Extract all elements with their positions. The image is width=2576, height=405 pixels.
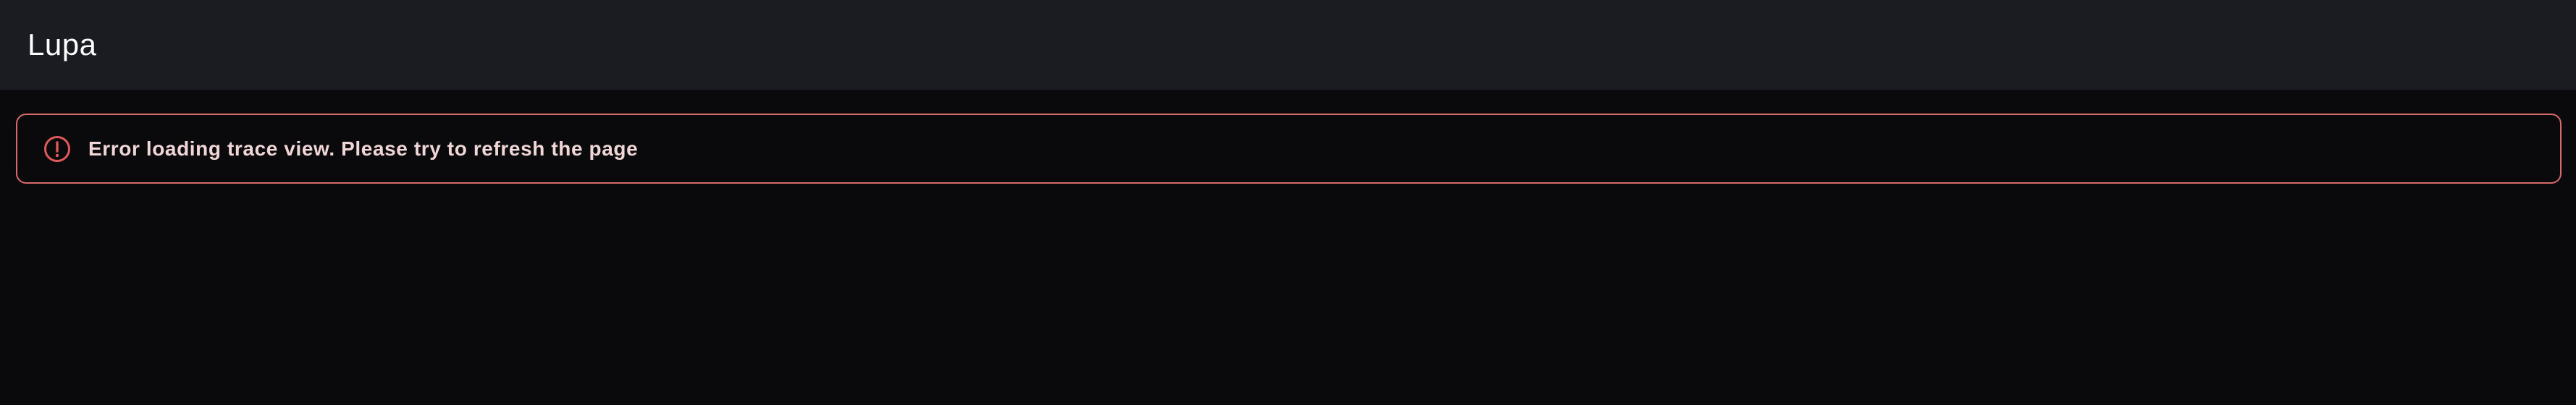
alert-circle-icon bbox=[42, 134, 72, 164]
app-header: Lupa bbox=[0, 0, 2576, 90]
error-alert: Error loading trace view. Please try to … bbox=[16, 114, 2562, 184]
app-title: Lupa bbox=[28, 27, 97, 61]
error-message: Error loading trace view. Please try to … bbox=[88, 137, 639, 160]
main-content: Error loading trace view. Please try to … bbox=[0, 90, 2576, 405]
